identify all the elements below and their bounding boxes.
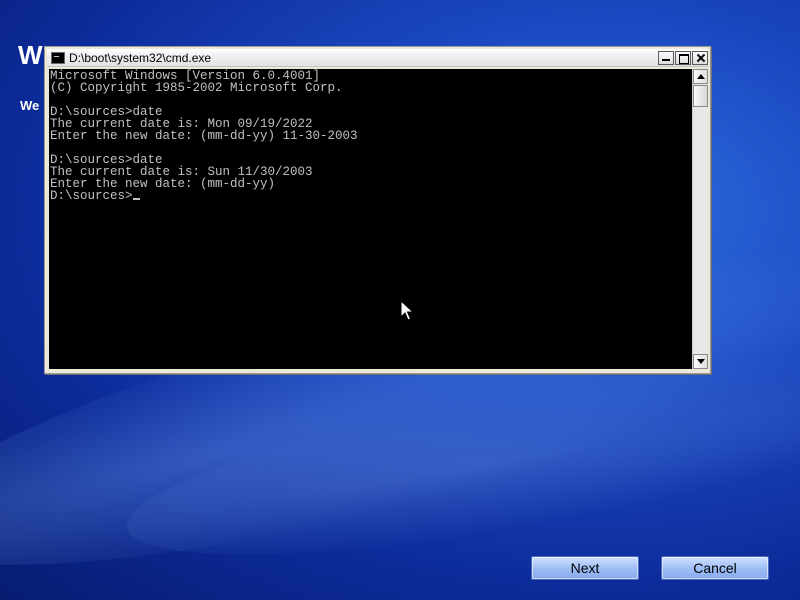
text-cursor bbox=[132, 198, 140, 200]
console-line: Enter the new date: (mm-dd-yy) bbox=[50, 177, 276, 191]
console-prompt-line[interactable]: D:\sources> bbox=[50, 190, 691, 202]
vertical-scrollbar[interactable] bbox=[692, 69, 708, 369]
console-output[interactable]: Microsoft Windows [Version 6.0.4001] (C)… bbox=[49, 69, 692, 369]
maximize-button[interactable] bbox=[675, 51, 691, 65]
scroll-down-button[interactable] bbox=[693, 354, 708, 369]
mouse-pointer-icon bbox=[400, 300, 414, 321]
console-line: Enter the new date: (mm-dd-yy) 11-30-200… bbox=[50, 129, 358, 143]
close-button[interactable] bbox=[692, 51, 708, 65]
setup-heading: W bbox=[18, 40, 43, 70]
window-title: D:\boot\system32\cmd.exe bbox=[69, 51, 212, 65]
console-icon[interactable] bbox=[51, 52, 65, 64]
window-titlebar[interactable]: D:\boot\system32\cmd.exe bbox=[47, 49, 708, 67]
next-button[interactable]: Next bbox=[531, 556, 639, 580]
console-prompt: D:\sources> bbox=[50, 189, 133, 203]
scroll-up-button[interactable] bbox=[693, 69, 708, 84]
scroll-thumb[interactable] bbox=[693, 85, 708, 107]
cmd-window[interactable]: D:\boot\system32\cmd.exe Microsoft Windo… bbox=[44, 46, 711, 374]
setup-subtext: We bbox=[20, 98, 40, 113]
minimize-button[interactable] bbox=[658, 51, 674, 65]
cancel-button[interactable]: Cancel bbox=[661, 556, 769, 580]
console-line: (C) Copyright 1985-2002 Microsoft Corp. bbox=[50, 81, 343, 95]
